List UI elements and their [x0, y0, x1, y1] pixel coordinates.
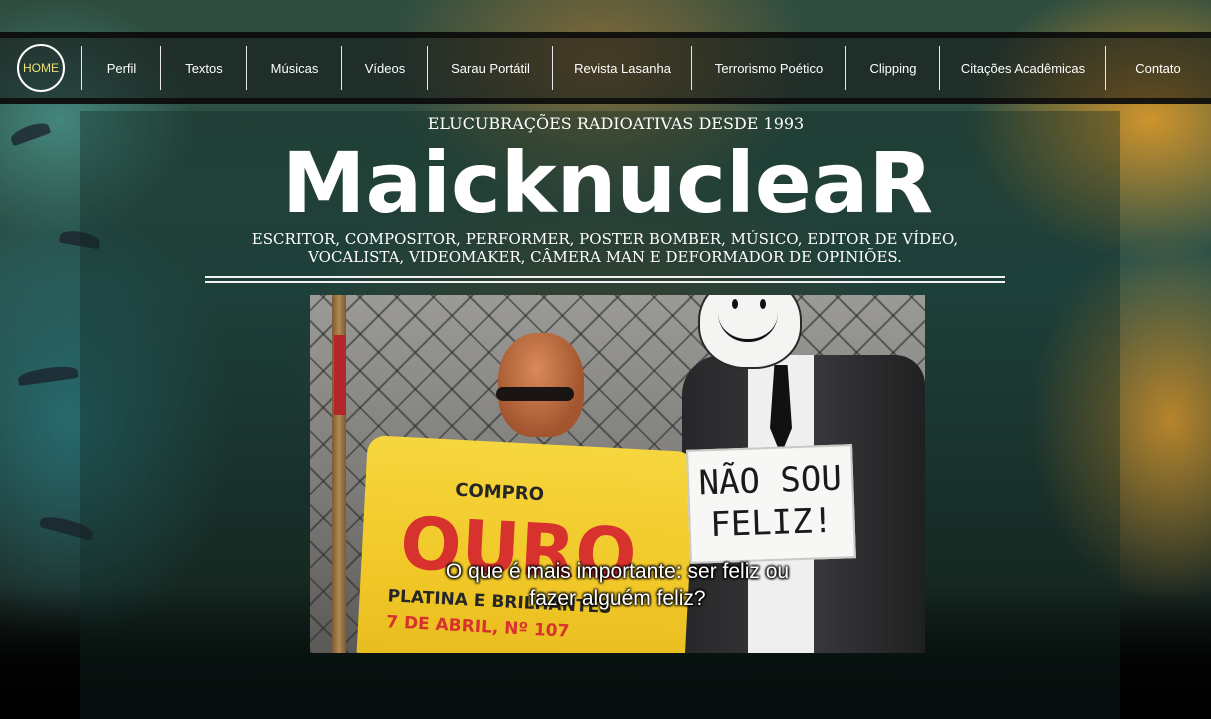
sign-text-line-2: FELIZ! — [709, 500, 834, 546]
nav-item-home[interactable]: HOME — [0, 44, 82, 92]
video-subtitle: O que é mais importante: ser feliz ou fa… — [310, 558, 925, 612]
vest-text-compro: COMPRO — [454, 479, 545, 506]
nav-item-citacoes-academicas[interactable]: Citações Acadêmicas — [940, 46, 1106, 90]
vest-text-date: 7 DE ABRIL, Nº 107 — [385, 612, 570, 642]
man-head — [498, 333, 584, 437]
page: HOME Perfil Textos Músicas Vídeos Sarau … — [0, 0, 1211, 719]
nav-item-textos[interactable]: Textos — [161, 46, 247, 90]
site-title[interactable]: MaicknucleaR — [0, 128, 1211, 238]
main-navigation: HOME Perfil Textos Músicas Vídeos Sarau … — [0, 32, 1211, 104]
mask-eye — [760, 299, 766, 309]
site-roles: ESCRITOR, COMPOSITOR, PERFORMER, POSTER … — [205, 230, 1005, 266]
nav-home-badge[interactable]: HOME — [17, 44, 65, 92]
protest-sign: NÃO SOU FELIZ! — [686, 444, 856, 564]
sunglasses — [496, 387, 574, 401]
nav-item-clipping[interactable]: Clipping — [846, 46, 940, 90]
featured-video[interactable]: COMPRO OURO PLATINA E BRILHANTES 7 DE AB… — [310, 295, 925, 653]
mask-eye — [732, 299, 738, 309]
sign-text-line-1: NÃO SOU — [697, 458, 843, 504]
nav-item-sarau-portatil[interactable]: Sarau Portátil — [428, 46, 553, 90]
nav-item-terrorismo-poetico[interactable]: Terrorismo Poético — [692, 46, 846, 90]
divider-line — [205, 276, 1005, 278]
yellow-vest: COMPRO OURO PLATINA E BRILHANTES 7 DE AB… — [356, 435, 696, 653]
subtitle-line-2: fazer alguém feliz? — [529, 587, 706, 610]
nav-item-musicas[interactable]: Músicas — [247, 46, 342, 90]
subtitle-line-1: O que é mais importante: ser feliz ou — [445, 560, 790, 583]
pole-red-band — [334, 335, 346, 415]
roles-line-2: VOCALISTA, VIDEOMAKER, CÂMERA MAN E DEFO… — [308, 248, 902, 266]
nav-item-perfil[interactable]: Perfil — [82, 46, 161, 90]
nav-item-videos[interactable]: Vídeos — [342, 46, 428, 90]
nav-items: HOME Perfil Textos Músicas Vídeos Sarau … — [0, 44, 1211, 92]
nav-item-revista-lasanha[interactable]: Revista Lasanha — [553, 46, 692, 90]
divider-line — [205, 281, 1005, 283]
smiley-mask — [698, 295, 802, 369]
mask-smile — [718, 313, 778, 342]
roles-line-1: ESCRITOR, COMPOSITOR, PERFORMER, POSTER … — [251, 230, 959, 248]
nav-item-contato[interactable]: Contato — [1106, 46, 1210, 90]
